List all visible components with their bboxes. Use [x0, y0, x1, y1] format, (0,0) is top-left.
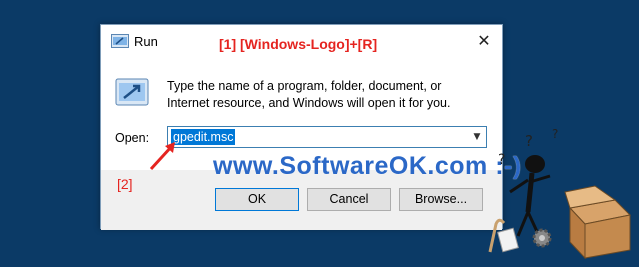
open-label: Open: — [115, 131, 150, 145]
open-input-value[interactable]: gpedit.msc — [171, 129, 236, 145]
svg-text:?: ? — [552, 127, 558, 141]
svg-text:?: ? — [525, 132, 533, 150]
run-dialog: Run ✕ Type the name of a program, folder… — [100, 24, 503, 230]
mascot-figure-icon: ? ? ? — [488, 127, 632, 260]
shortcut-annotation: [1] [Windows-Logo]+[R] — [219, 36, 378, 52]
step-marker-annotation: [2] — [117, 176, 133, 192]
ok-button[interactable]: OK — [215, 188, 299, 211]
run-app-icon — [111, 34, 129, 48]
close-button[interactable]: ✕ — [472, 31, 496, 51]
close-icon: ✕ — [477, 31, 491, 50]
cancel-button[interactable]: Cancel — [307, 188, 391, 211]
run-app-icon — [115, 78, 149, 106]
red-arrow-icon — [149, 142, 175, 171]
dialog-title: Run — [134, 34, 158, 49]
open-combobox[interactable]: gpedit.msc ▼ — [167, 126, 487, 148]
svg-text:?: ? — [498, 152, 505, 168]
dialog-description: Type the name of a program, folder, docu… — [167, 79, 451, 110]
